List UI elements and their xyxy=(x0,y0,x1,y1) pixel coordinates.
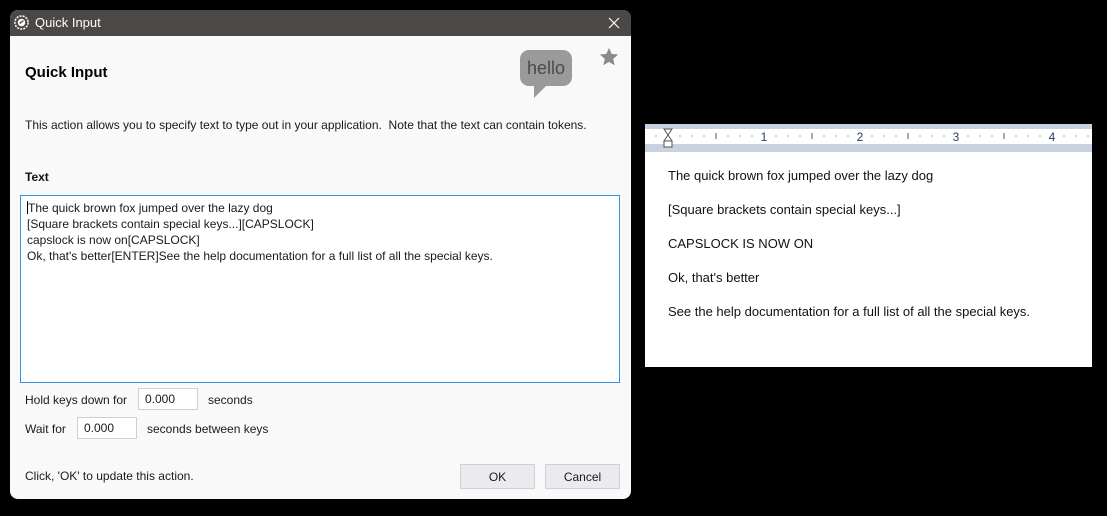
close-button[interactable] xyxy=(603,13,625,33)
ruler-dot xyxy=(799,135,801,137)
doc-line: See the help documentation for a full li… xyxy=(668,304,1031,319)
ruler-number: 1 xyxy=(761,130,768,144)
wait-label: Wait for xyxy=(25,422,66,436)
ruler-dot xyxy=(655,135,657,137)
text-label: Text xyxy=(25,170,49,184)
ruler-dot xyxy=(931,135,933,137)
ruler-number: 4 xyxy=(1049,130,1056,144)
document-preview: 1 2 3 4 The quick brown fox jumped over the… xyxy=(645,124,1092,367)
ruler-dot xyxy=(895,135,897,137)
hello-speech-bubble-icon: hello xyxy=(520,50,572,98)
ruler-number: 3 xyxy=(953,130,960,144)
wait-input[interactable]: 0.000 xyxy=(77,417,137,439)
ruler-dot xyxy=(823,135,825,137)
ruler-dot xyxy=(847,135,849,137)
ruler-dot xyxy=(919,135,921,137)
hold-keys-label: Hold keys down for xyxy=(25,393,128,407)
text-input-area[interactable]: The quick brown fox jumped over the lazy… xyxy=(20,195,620,383)
title-bar: Quick Input xyxy=(10,10,631,36)
ruler-dot xyxy=(691,135,693,137)
bubble-text: hello xyxy=(527,58,565,78)
wait-unit: seconds between keys xyxy=(147,422,269,436)
ruler-dot xyxy=(1015,135,1017,137)
text-line: Ok, that's better[ENTER]See the help doc… xyxy=(27,249,493,263)
doc-line: Ok, that's better xyxy=(668,270,760,285)
ruler-dot xyxy=(1039,135,1041,137)
ruler-dot xyxy=(739,135,741,137)
text-line: capslock is now on[CAPSLOCK] xyxy=(27,233,200,247)
footer-hint: Click, 'OK' to update this action. xyxy=(25,469,194,483)
text-line: The quick brown fox jumped over the lazy… xyxy=(28,201,273,215)
ruler-dot xyxy=(1027,135,1029,137)
ruler-dot xyxy=(979,135,981,137)
ruler-dot xyxy=(775,135,777,137)
ruler-dot xyxy=(967,135,969,137)
ruler-dot xyxy=(679,135,681,137)
hold-keys-input[interactable]: 0.000 xyxy=(138,388,198,410)
app-icon xyxy=(14,15,29,30)
ruler-dot xyxy=(991,135,993,137)
doc-line: [Square brackets contain special keys...… xyxy=(668,202,901,217)
ruler-dot xyxy=(751,135,753,137)
ruler-dot xyxy=(835,135,837,137)
favorite-star-icon[interactable] xyxy=(598,46,620,68)
doc-line: The quick brown fox jumped over the lazy… xyxy=(668,168,934,183)
action-description: This action allows you to specify text t… xyxy=(25,118,587,132)
ruler-dot xyxy=(1087,135,1089,137)
dialog-heading: Quick Input xyxy=(25,64,108,81)
indent-marker-icon[interactable] xyxy=(663,128,673,148)
ruler-dot xyxy=(883,135,885,137)
ruler-dot xyxy=(871,135,873,137)
cancel-button[interactable]: Cancel xyxy=(545,464,620,489)
ruler-dot xyxy=(943,135,945,137)
doc-line: CAPSLOCK IS NOW ON xyxy=(668,236,814,251)
ok-button[interactable]: OK xyxy=(460,464,535,489)
hold-keys-unit: seconds xyxy=(208,393,253,407)
text-line: [Square brackets contain special keys...… xyxy=(27,217,314,231)
ruler-number: 2 xyxy=(857,130,864,144)
ruler-dot xyxy=(1063,135,1065,137)
ruler-dot xyxy=(787,135,789,137)
ruler-dot xyxy=(703,135,705,137)
ruler-dot xyxy=(727,135,729,137)
ruler-ticks: 1 2 3 4 xyxy=(655,128,1089,148)
ruler: 1 2 3 4 xyxy=(645,124,1092,152)
window-title: Quick Input xyxy=(35,15,101,30)
quick-input-dialog: Quick Input Quick Input hello This actio… xyxy=(10,10,631,499)
ruler-dot xyxy=(1075,135,1077,137)
close-icon xyxy=(608,17,620,29)
